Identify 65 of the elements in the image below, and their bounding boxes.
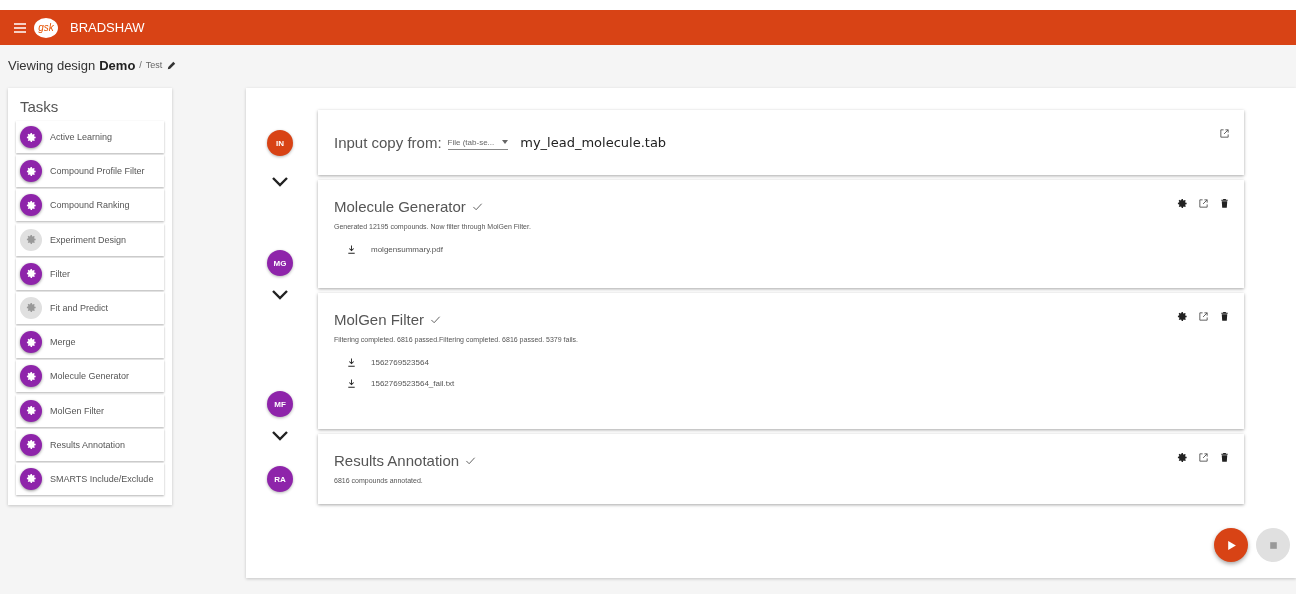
stop-button[interactable] <box>1256 528 1290 562</box>
open-external-icon[interactable] <box>1219 128 1230 139</box>
delete-icon[interactable] <box>1219 198 1230 209</box>
task-item[interactable]: Compound Ranking <box>16 189 164 222</box>
dropdown-caret-icon <box>502 140 509 144</box>
task-title: Molecule Generator <box>334 198 466 215</box>
panel-title: Tasks <box>19 98 60 115</box>
play-icon <box>1225 539 1237 551</box>
gear-icon <box>25 268 37 280</box>
gear-icon <box>25 199 37 211</box>
download-link[interactable]: 1562769523564_fail.txt <box>346 378 1228 389</box>
task-item[interactable]: Compound Profile Filter <box>16 155 164 188</box>
task-item[interactable]: MolGen Filter <box>16 394 164 427</box>
step-avatar: MG <box>267 250 293 276</box>
run-button[interactable] <box>1214 528 1248 562</box>
task-item[interactable]: Filter <box>16 257 164 290</box>
download-link[interactable]: 1562769523564 <box>346 357 1228 368</box>
source-dropdown[interactable]: File (tab-se... <box>447 135 509 150</box>
download-icon <box>346 244 357 255</box>
task-item[interactable]: Results Annotation <box>16 428 164 461</box>
open-external-icon[interactable] <box>1198 452 1209 463</box>
gear-icon <box>25 165 37 177</box>
chevron-down-icon[interactable] <box>272 290 288 300</box>
gear-icon <box>25 473 37 485</box>
menu-icon[interactable] <box>14 22 26 33</box>
delete-icon[interactable] <box>1219 452 1230 463</box>
app-title: BRADSHAW <box>70 20 145 35</box>
gear-icon <box>25 131 37 143</box>
open-external-icon[interactable] <box>1198 311 1209 322</box>
chevron-down-icon[interactable] <box>272 431 288 441</box>
step-avatar: RA <box>267 466 293 492</box>
settings-icon[interactable] <box>1177 311 1188 322</box>
pencil-icon[interactable] <box>166 59 178 71</box>
gear-icon <box>25 302 37 314</box>
task-title: Results Annotation <box>334 452 460 469</box>
download-link[interactable]: molgensummary.pdf <box>346 244 1228 255</box>
step-avatar: IN <box>267 130 293 156</box>
file-name: my_lead_molecule.tab <box>520 135 667 150</box>
task-item[interactable]: Experiment Design <box>16 223 164 256</box>
step-avatar: MF <box>267 391 293 417</box>
task-item[interactable]: Merge <box>16 326 164 359</box>
sub-design-name: Test <box>145 60 163 70</box>
settings-icon[interactable] <box>1177 452 1188 463</box>
task-item[interactable]: Molecule Generator <box>16 360 164 393</box>
gear-icon <box>25 336 37 348</box>
open-external-icon[interactable] <box>1198 198 1209 209</box>
design-name: Demo <box>99 57 136 73</box>
breadcrumb-label: Viewing design <box>8 57 96 73</box>
stop-icon <box>1267 539 1279 551</box>
download-icon <box>346 378 357 389</box>
task-item[interactable]: Active Learning <box>16 121 164 153</box>
chevron-down-icon[interactable] <box>272 177 288 187</box>
gear-icon <box>25 405 37 416</box>
download-icon <box>346 357 357 368</box>
task-item[interactable]: SMARTS Include/Exclude <box>16 462 164 495</box>
settings-icon[interactable] <box>1177 198 1188 209</box>
gear-icon <box>25 234 37 246</box>
input-label: Input copy from: <box>334 134 442 151</box>
gear-icon <box>25 439 37 451</box>
delete-icon[interactable] <box>1219 311 1230 322</box>
breadcrumb-separator: / <box>139 60 142 70</box>
gear-icon <box>25 370 37 382</box>
logo: gsk <box>34 17 58 38</box>
task-title: MolGen Filter <box>334 311 425 328</box>
task-item[interactable]: Fit and Predict <box>16 291 164 324</box>
